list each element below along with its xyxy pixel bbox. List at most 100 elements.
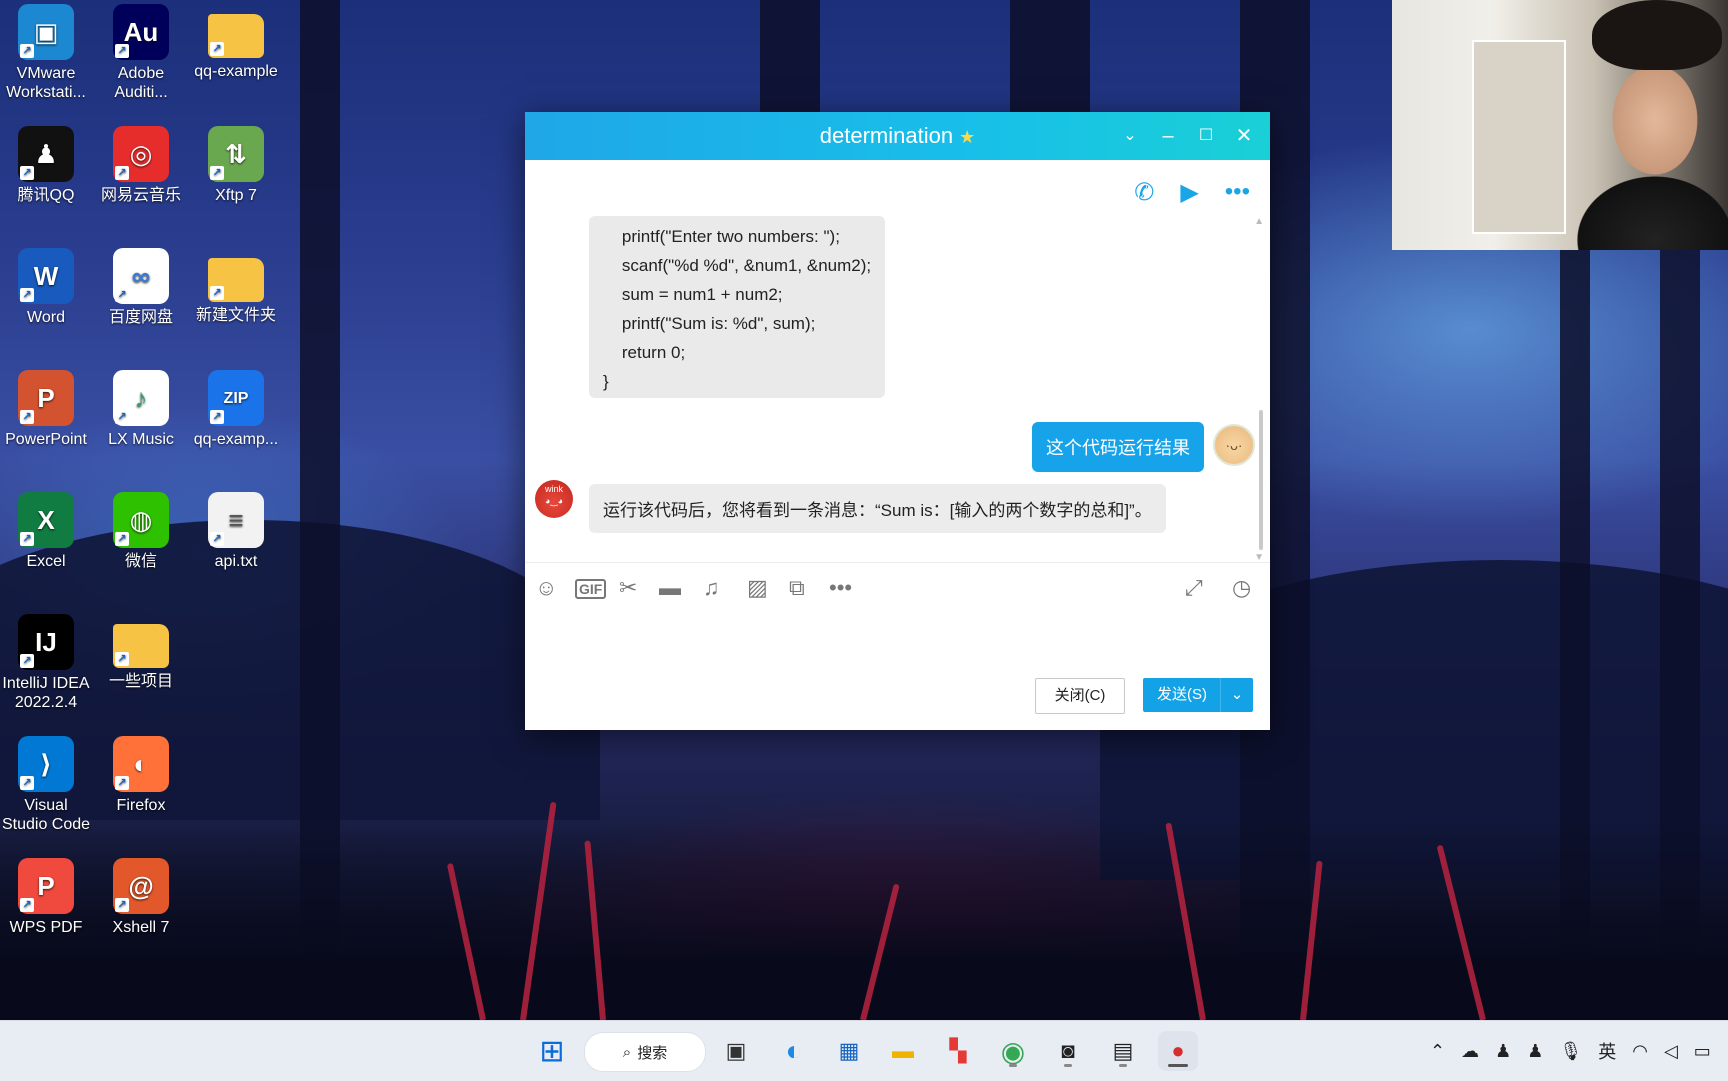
desktop-icon[interactable]: ZIP ↗ qq-examp...	[190, 370, 282, 449]
desktop-icon-label: qq-example	[194, 63, 278, 80]
chrome-icon[interactable]: ◉	[993, 1031, 1033, 1071]
wps-pdf-icon: P ↗	[18, 858, 74, 914]
desktop-icon-label: VMware Workstati...	[6, 65, 86, 101]
chat-scrollbar[interactable]	[1259, 410, 1263, 550]
scissors-icon[interactable]: ✂	[619, 575, 637, 601]
image-icon[interactable]: ▨	[747, 575, 768, 601]
desktop-icon[interactable]: X ↗ Excel	[0, 492, 92, 571]
terminal-icon[interactable]: ▤	[1103, 1031, 1143, 1071]
shortcut-arrow-icon: ↗	[115, 166, 129, 180]
message-input[interactable]	[539, 612, 1255, 682]
chevron-down-icon[interactable]: ⌄	[1116, 122, 1144, 150]
chevron-up-icon[interactable]: ⌃	[1430, 1041, 1445, 1062]
emoji-icon[interactable]: ☺	[535, 575, 557, 601]
shortcut-arrow-icon: ↗	[115, 288, 129, 302]
maximize-button[interactable]: ☐	[1192, 122, 1220, 150]
shortcut-arrow-icon: ↗	[115, 44, 129, 58]
desktop-icon[interactable]: W ↗ Word	[0, 248, 92, 327]
desktop-icon[interactable]: @ ↗ Xshell 7	[95, 858, 187, 937]
desktop-icon[interactable]: ⇅ ↗ Xftp 7	[190, 126, 282, 205]
shortcut-arrow-icon: ↗	[115, 410, 129, 424]
word-icon: W ↗	[18, 248, 74, 304]
cloud-icon[interactable]: ☁	[1461, 1041, 1479, 1062]
shortcut-arrow-icon: ↗	[20, 532, 34, 546]
video-call-icon[interactable]: ▶	[1180, 178, 1198, 207]
search-icon: ⌕	[622, 1043, 632, 1061]
contact-avatar[interactable]: wink ◕‿◕	[535, 480, 573, 518]
shortcut-arrow-icon: ↗	[20, 654, 34, 668]
xshell-icon: @ ↗	[113, 858, 169, 914]
shortcut-arrow-icon: ↗	[20, 898, 34, 912]
desktop-icon[interactable]: ♪ ↗ LX Music	[95, 370, 187, 449]
scroll-up-arrow[interactable]: ▲	[1254, 216, 1264, 227]
desktop-icon[interactable]: ∞ ↗ 百度网盘	[95, 248, 187, 327]
wifi-icon[interactable]: ◠	[1632, 1041, 1648, 1062]
desktop-icon[interactable]: ♟ ↗ 腾讯QQ	[0, 126, 92, 205]
phone-call-icon[interactable]: ✆	[1134, 178, 1154, 207]
desktop-icon[interactable]: ↗ 新建文件夹	[190, 248, 282, 325]
gif-icon[interactable]: GIF	[575, 579, 607, 599]
send-button[interactable]: 发送(S) ⌄	[1143, 678, 1253, 712]
netease-music-icon: ◎ ↗	[113, 126, 169, 182]
more-icon[interactable]: •••	[829, 575, 852, 601]
adobe-audition-icon: Au ↗	[113, 4, 169, 60]
desktop-icon[interactable]: ◎ ↗ 网易云音乐	[95, 126, 187, 205]
music-note-icon[interactable]: ♫	[703, 575, 720, 601]
obs-icon[interactable]: ◙	[1048, 1031, 1088, 1071]
title-bar[interactable]: determination ★ ⌄ – ☐ ✕	[525, 112, 1270, 160]
input-method-indicator[interactable]: 英	[1598, 1038, 1616, 1064]
qq-penguin-icon[interactable]: ♟	[1527, 1041, 1543, 1062]
taskbar-search[interactable]: ⌕ 搜索	[584, 1032, 706, 1072]
desktop-icon[interactable]: ▣ ↗ VMware Workstati...	[0, 4, 92, 102]
desktop-icon[interactable]: ◍ ↗ 微信	[95, 492, 187, 571]
folder-icon: ↗	[113, 624, 169, 668]
desktop-icon-label: 百度网盘	[108, 309, 173, 326]
minimize-button[interactable]: –	[1154, 122, 1182, 150]
folder-icon: ↗	[208, 258, 264, 302]
store-icon[interactable]: ▦	[829, 1031, 869, 1071]
qq-penguin-icon: ♟ ↗	[18, 126, 74, 182]
battery-icon[interactable]: ▭	[1694, 1041, 1711, 1062]
desktop-icon[interactable]: P ↗ WPS PDF	[0, 858, 92, 937]
firefox-icon: ◐ ↗	[113, 736, 169, 792]
desktop-icon-label: 一些项目	[108, 673, 173, 690]
close-window-button[interactable]: ✕	[1230, 122, 1258, 150]
microphone-icon[interactable]: 🎙	[1559, 1041, 1582, 1062]
my-avatar[interactable]: ·ᴗ·	[1213, 424, 1255, 466]
folder-icon[interactable]: ▬	[659, 575, 681, 601]
incoming-message: 运行该代码后，您将看到一条消息：“Sum is：[输入的两个数字的总和]”。	[589, 484, 1166, 533]
desktop-icon[interactable]: ⟩ ↗ Visual Studio Code	[0, 736, 92, 834]
desktop-icon[interactable]: P ↗ PowerPoint	[0, 370, 92, 449]
desktop-icon-label: 微信	[124, 553, 157, 570]
desktop-icon[interactable]: ≡ ↗ api.txt	[190, 492, 282, 571]
tree-trunk	[1010, 0, 1090, 120]
screen-record-icon[interactable]: ⧉	[789, 575, 805, 601]
desktop-icon[interactable]: ◐ ↗ Firefox	[95, 736, 187, 815]
desktop-icon[interactable]: IJ ↗ IntelliJ IDEA 2022.2.4	[0, 614, 92, 712]
desktop-icon[interactable]: ↗ qq-example	[190, 4, 282, 81]
desktop-icon-label: Xftp 7	[215, 187, 257, 204]
door	[1472, 40, 1566, 234]
chat-history[interactable]: ✆ ▶ ••• printf("Enter two numbers: "); s…	[525, 160, 1270, 563]
code-line: printf("Enter two numbers: ");	[603, 227, 840, 246]
office-icon[interactable]: ▚	[938, 1031, 978, 1071]
desktop-icon[interactable]: Au ↗ Adobe Auditi...	[95, 4, 187, 102]
qq-penguin-icon[interactable]: ♟	[1495, 1041, 1511, 1062]
outgoing-message: 这个代码运行结果	[1032, 422, 1204, 472]
star-icon: ★	[959, 127, 976, 147]
code-line: printf("Sum is: %d", sum);	[603, 314, 816, 333]
close-button[interactable]: 关闭(C)	[1035, 678, 1125, 714]
chevron-down-icon[interactable]: ⌄	[1220, 678, 1253, 712]
volume-icon[interactable]: ◁	[1664, 1041, 1678, 1062]
edge-icon[interactable]: ◐	[774, 1031, 814, 1071]
more-icon[interactable]: •••	[1225, 178, 1250, 207]
task-view-icon[interactable]: ▣	[716, 1031, 756, 1071]
file-explorer-icon[interactable]: ▬	[883, 1031, 923, 1071]
excel-icon: X ↗	[18, 492, 74, 548]
history-clock-icon[interactable]: ◷	[1232, 575, 1251, 601]
intellij-icon: IJ ↗	[18, 614, 74, 670]
windows-start-icon[interactable]: ⊞	[532, 1031, 572, 1071]
desktop-icon[interactable]: ↗ 一些项目	[95, 614, 187, 691]
qq-chat-icon[interactable]: ●	[1158, 1031, 1198, 1071]
expand-icon[interactable]: ⤢	[1185, 575, 1203, 601]
